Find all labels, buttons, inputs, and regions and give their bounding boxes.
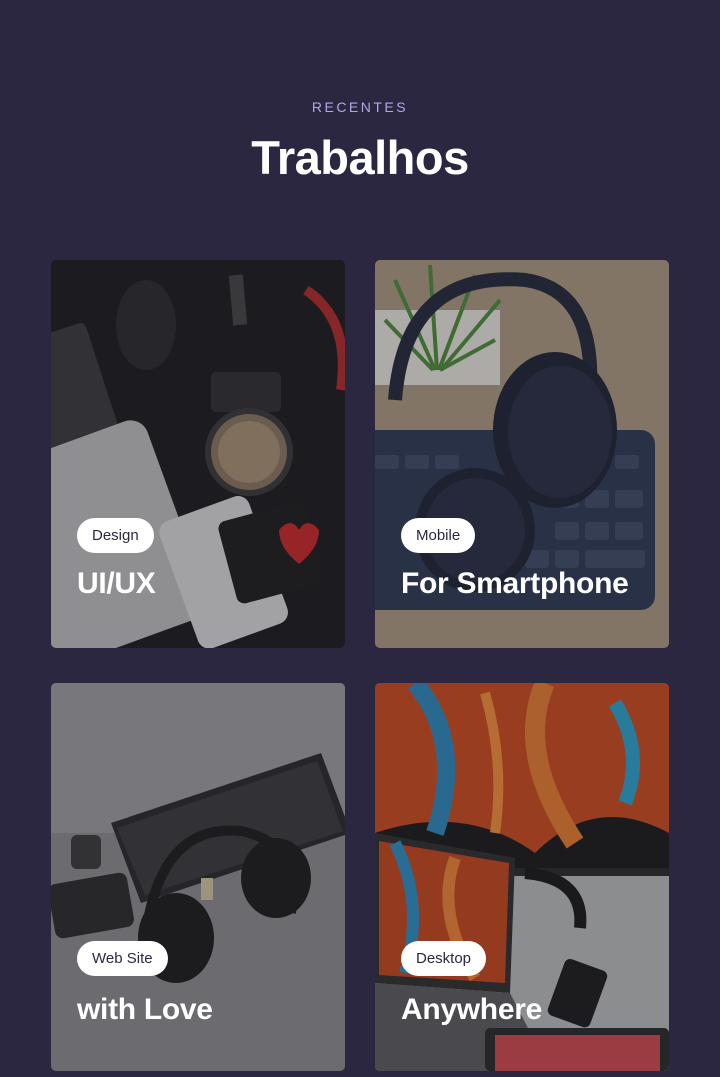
project-tag[interactable]: Web Site [77, 941, 168, 976]
project-card-smartphone[interactable]: Mobile For Smartphone [375, 260, 669, 648]
project-title: UI/UX [77, 567, 156, 600]
project-card-website[interactable]: Web Site with Love [51, 683, 345, 1071]
project-tag[interactable]: Design [77, 518, 154, 553]
project-title: For Smartphone [401, 567, 629, 600]
project-tag[interactable]: Mobile [401, 518, 476, 553]
project-tag[interactable]: Desktop [401, 941, 487, 976]
project-title: Anywhere [401, 993, 542, 1026]
project-title: with Love [77, 993, 213, 1026]
project-card-uiux[interactable]: Design UI/UX [51, 260, 345, 648]
section-eyebrow: RECENTES [311, 99, 409, 115]
project-card-desktop[interactable]: Desktop Anywhere [375, 683, 669, 1071]
section-title: Trabalhos [251, 131, 469, 184]
